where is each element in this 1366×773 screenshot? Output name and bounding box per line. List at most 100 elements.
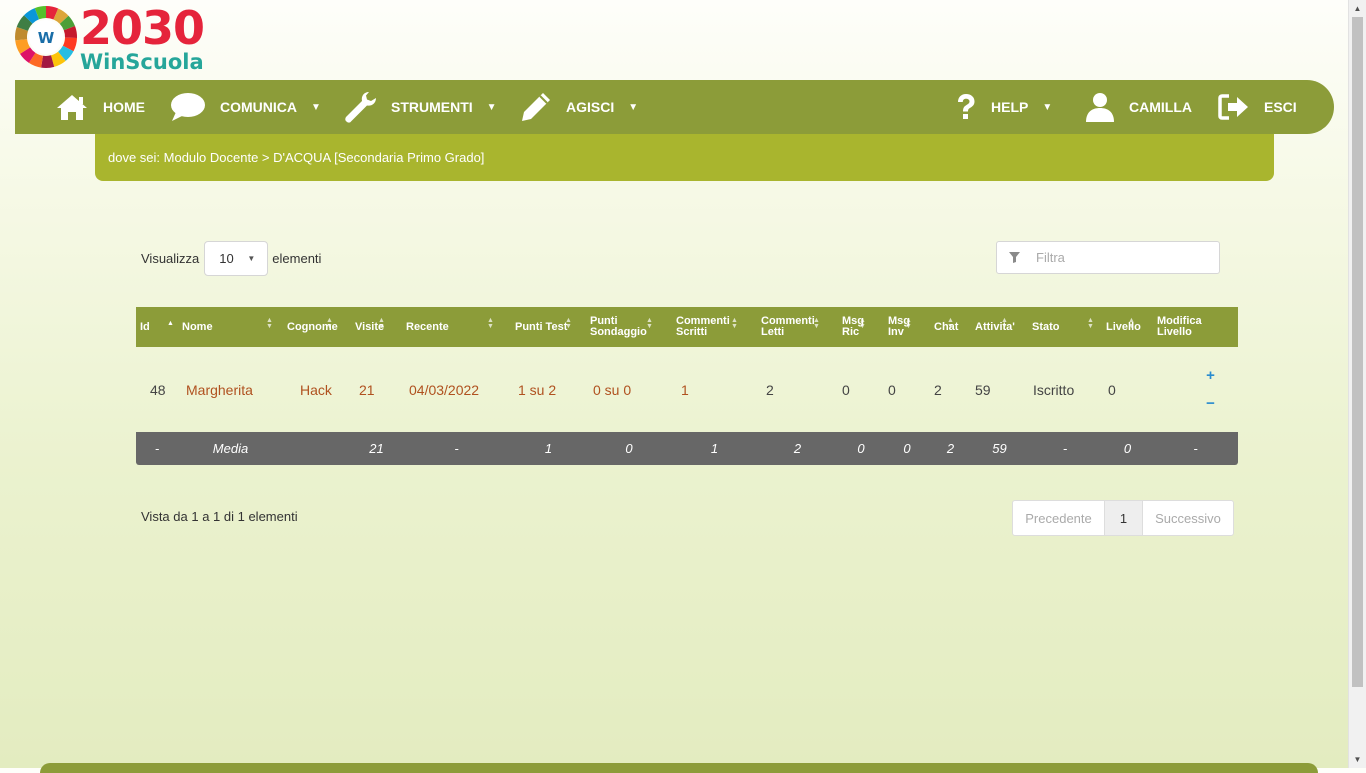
header-punti-sondaggio[interactable]: Punti Sondaggio ▲ ▼: [586, 307, 672, 347]
header-attivita[interactable]: Attivita' ▲ ▼: [971, 307, 1028, 347]
logo-brand: WinScuola: [80, 50, 204, 74]
nav-user[interactable]: CAMILLA: [1085, 80, 1192, 134]
avg-msg-inv: 0: [903, 441, 911, 456]
filter-box: [996, 241, 1220, 274]
header-livello[interactable]: Livello ▲ ▼: [1102, 307, 1153, 347]
sort-icon: ▲ ▼: [266, 317, 273, 330]
pencil-icon: [520, 91, 552, 123]
header-modifica-livello: Modifica Livello: [1157, 315, 1202, 338]
avg-livello: 0: [1123, 441, 1132, 456]
nav-exit-label: ESCI: [1264, 99, 1297, 115]
sort-icon: ▲ ▼: [731, 317, 738, 330]
cell-livello: 0: [1108, 381, 1116, 398]
avg-commenti-letti: 2: [793, 441, 802, 456]
breadcrumb: dove sei: Modulo Docente > D'ACQUA [Seco…: [95, 134, 1274, 181]
sort-asc-icon: ▲: [167, 320, 174, 327]
page-length-select[interactable]: 10 ▼: [204, 240, 269, 276]
nav-user-label: CAMILLA: [1129, 99, 1192, 115]
avg-commenti-scritti: 1: [710, 441, 719, 456]
header-id[interactable]: Id ▲: [136, 307, 178, 347]
filter-input[interactable]: [1034, 249, 1208, 266]
footer-bar: [40, 763, 1318, 773]
header-cognome[interactable]: Cognome ▲ ▼: [283, 307, 351, 347]
scroll-up-icon[interactable]: ▲: [1349, 0, 1366, 17]
next-page-button[interactable]: Successivo: [1143, 501, 1233, 535]
page-1-button[interactable]: 1: [1105, 501, 1143, 535]
chevron-down-icon: ▼: [311, 101, 321, 113]
header-chat[interactable]: Chat ▲ ▼: [930, 307, 971, 347]
sort-icon: ▲ ▼: [947, 317, 954, 330]
level-down-button[interactable]: −: [1206, 390, 1215, 418]
avg-id: -: [154, 441, 160, 456]
nav-comunica-label: COMUNICA: [220, 99, 297, 115]
nav-strumenti[interactable]: STRUMENTI ▼: [343, 80, 497, 134]
header-commenti-letti[interactable]: Commenti Letti ▲ ▼: [757, 307, 838, 347]
cell-punti-test[interactable]: 1 su 2: [511, 347, 586, 432]
winscuola-logo[interactable]: W 2030 WinScuola: [14, 1, 214, 74]
user-icon: [1085, 92, 1115, 122]
logo-number: 2030: [80, 1, 205, 55]
sort-icon: ▲ ▼: [1087, 317, 1094, 330]
sort-icon: ▲ ▼: [646, 317, 653, 330]
header-msg-ric[interactable]: Msg Ric ▲ ▼: [838, 307, 884, 347]
cell-commenti-letti: 2: [766, 381, 774, 398]
nav-exit[interactable]: ESCI: [1218, 80, 1297, 134]
sort-icon: ▲ ▼: [565, 317, 572, 330]
cell-msg-inv: 0: [888, 381, 896, 398]
page-scrollbar[interactable]: ▲ ▼: [1348, 0, 1366, 768]
sort-icon: ▲ ▼: [1001, 317, 1008, 330]
logout-icon: [1218, 94, 1250, 120]
avg-label: Media: [212, 441, 249, 456]
header-punti-test[interactable]: Punti Test ▲ ▼: [511, 307, 586, 347]
sort-icon: ▲ ▼: [326, 317, 333, 330]
cell-punti-sondaggio[interactable]: 0 su 0: [586, 347, 672, 432]
pagination: Precedente 1 Successivo: [1012, 500, 1234, 536]
cell-recente[interactable]: 04/03/2022: [402, 347, 511, 432]
header-stato[interactable]: Stato ▲ ▼: [1028, 307, 1102, 347]
sort-icon: ▲ ▼: [1128, 317, 1135, 330]
sort-icon: ▲ ▼: [859, 317, 866, 330]
scrollbar-thumb[interactable]: [1352, 17, 1363, 687]
home-icon: [55, 93, 89, 121]
nav-help[interactable]: HELP ▼: [955, 80, 1052, 134]
cell-id: 48: [150, 381, 166, 398]
average-row: - Media 21 - 1 0 1 2 0 0 2 59 - 0 -: [136, 432, 1238, 465]
avg-modifica: -: [1193, 441, 1198, 456]
cell-visite[interactable]: 21: [351, 347, 402, 432]
sort-icon: ▲ ▼: [378, 317, 385, 330]
chevron-down-icon: ▼: [1042, 101, 1053, 113]
chat-bubble-icon: [170, 92, 206, 122]
students-table: Id ▲ Nome ▲ ▼ Cognome ▲ ▼ Visite ▲ ▼ Recente ▲ ▼ …: [136, 307, 1238, 465]
chevron-down-icon: ▼: [486, 101, 497, 113]
length-menu-before: Visualizza: [141, 250, 200, 266]
avg-msg-ric: 0: [857, 441, 865, 456]
nav-home[interactable]: HOME: [55, 80, 145, 134]
header-visite[interactable]: Visite ▲ ▼: [351, 307, 402, 347]
avg-stato: -: [1062, 441, 1068, 456]
previous-page-button[interactable]: Precedente: [1013, 501, 1105, 535]
nav-agisci[interactable]: AGISCI ▼: [520, 80, 638, 134]
avg-cognome: [283, 432, 351, 465]
nav-home-label: HOME: [103, 99, 145, 115]
header-msg-inv[interactable]: Msg Inv ▲ ▼: [884, 307, 930, 347]
nav-agisci-label: AGISCI: [566, 99, 615, 115]
sort-icon: ▲ ▼: [905, 317, 912, 330]
scroll-down-icon[interactable]: ▼: [1349, 751, 1366, 768]
cell-stato: Iscritto: [1033, 381, 1075, 398]
chevron-down-icon: ▼: [247, 253, 256, 263]
cell-cognome[interactable]: Hack: [283, 347, 351, 432]
nav-comunica[interactable]: COMUNICA ▼: [170, 80, 321, 134]
avg-punti-test: 1: [544, 441, 553, 456]
cell-nome[interactable]: Margherita: [178, 347, 283, 432]
header-recente[interactable]: Recente ▲ ▼: [402, 307, 511, 347]
avg-chat: 2: [946, 441, 955, 456]
question-icon: [955, 93, 977, 121]
level-up-button[interactable]: +: [1206, 362, 1215, 390]
header-commenti-scritti[interactable]: Commenti Scritti ▲ ▼: [672, 307, 757, 347]
cell-attivita: 59: [975, 381, 991, 398]
nav-strumenti-label: STRUMENTI: [391, 99, 473, 115]
cell-commenti-scritti[interactable]: 1: [672, 347, 757, 432]
header-nome[interactable]: Nome ▲ ▼: [178, 307, 283, 347]
page-length-value: 10: [219, 250, 234, 266]
table-info: Vista da 1 a 1 di 1 elementi: [141, 509, 298, 524]
